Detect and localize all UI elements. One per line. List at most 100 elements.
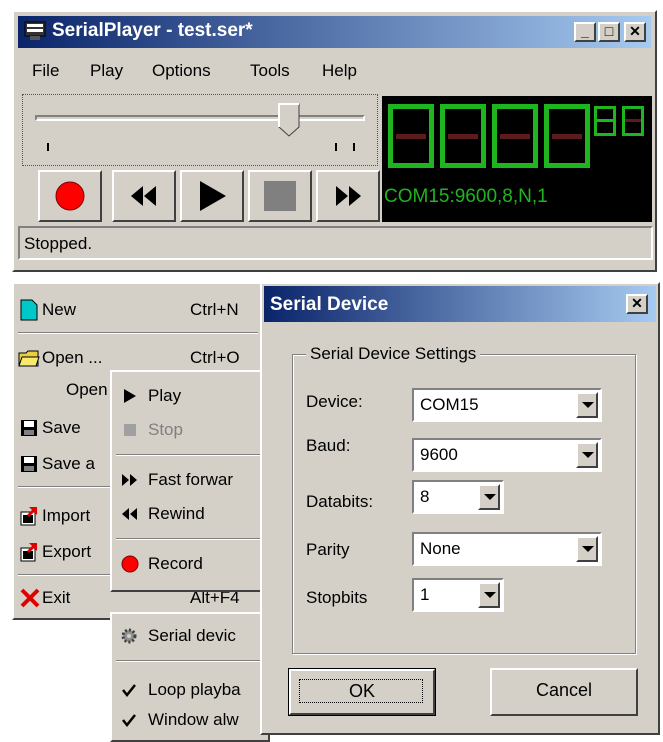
menu-file[interactable]: File [32,61,59,81]
menu-item-stop[interactable]: Stop [112,414,268,446]
stop-small-icon [124,424,136,436]
slider-thumb[interactable] [278,103,300,137]
menu-item-shortcut: Ctrl+N [190,300,239,319]
lcd-digits [388,104,644,168]
menu-item-record[interactable]: Record [112,548,268,580]
menu-item-label: Import [42,506,91,525]
menu-item-fast-forward[interactable]: Fast forwar [112,464,268,496]
maximize-button[interactable]: □ [598,22,620,42]
menu-separator [116,660,264,662]
fast-forward-icon [336,186,361,206]
menu-item-new[interactable]: New Ctrl+N [14,294,262,326]
chevron-down-icon[interactable] [576,392,598,418]
rewind-icon [131,186,156,206]
dialog-title: Serial Device [270,294,389,315]
checkmark-icon [122,684,136,697]
databits-value: 8 [420,487,430,506]
baud-value: 9600 [420,445,458,464]
serial-device-dialog: Serial Device ✕ Serial Device Settings D… [260,282,660,735]
stopbits-value: 1 [420,585,430,604]
menu-tools[interactable]: Tools [250,61,290,81]
main-window: SerialPlayer - test.ser* _ □ ✕ File Play… [12,10,657,272]
seek-slider-panel [22,94,378,166]
minimize-button[interactable]: _ [574,22,596,42]
menu-help[interactable]: Help [322,61,357,81]
menu-separator [18,332,258,334]
menu-bar: File Play Options Tools Help [18,52,651,86]
exit-x-icon [20,588,40,608]
record-small-icon [121,555,139,573]
menu-item-label: Play [148,386,182,405]
chevron-down-icon[interactable] [576,536,598,562]
dialog-close-button[interactable]: ✕ [626,294,648,314]
new-file-icon [20,299,38,321]
record-icon [55,181,85,211]
checkmark-icon [122,714,136,727]
import-icon [20,507,37,526]
menu-item-play[interactable]: Play [112,380,268,412]
ok-button-label: OK [348,681,375,701]
cancel-button[interactable]: Cancel [490,668,638,716]
menu-item-label: Exit [42,588,71,607]
stopbits-label: Stopbits [306,588,368,607]
device-label: Device: [306,392,363,411]
status-bar: Stopped. [18,226,653,260]
lcd-display: COM15:9600,8,N,1 [382,96,652,222]
chevron-down-icon[interactable] [478,484,500,510]
dialog-title-bar[interactable]: Serial Device ✕ [264,286,656,322]
options-menu-popup: Serial devic Loop playba Window alw [110,612,270,742]
export-icon [20,543,37,562]
menu-item-label: Open ... [42,348,103,367]
slider-tick [47,143,49,151]
save-disk-icon [21,420,37,436]
status-text: Stopped. [24,234,93,253]
menu-item-label: Rewind [148,504,205,523]
menu-item-label: Fast forwar [148,470,234,489]
parity-select[interactable]: None [412,532,602,566]
parity-label: Parity [306,540,350,559]
play-menu-popup: Play Stop Fast forwar Rewind Record [110,370,270,592]
menu-item-rewind[interactable]: Rewind [112,498,268,530]
slider-tick [353,143,355,151]
close-button[interactable]: ✕ [624,22,646,42]
save-as-disk-icon [21,456,37,472]
play-icon [200,181,226,211]
device-select[interactable]: COM15 [412,388,602,422]
menu-separator [116,454,264,456]
cancel-button-label: Cancel [535,680,593,700]
fast-forward-button[interactable] [316,170,380,222]
menu-item-serial-device[interactable]: Serial devic [112,620,268,652]
app-icon [24,21,46,41]
databits-select[interactable]: 8 [412,480,504,514]
play-small-icon [124,389,136,403]
menu-options[interactable]: Options [152,61,211,81]
group-label: Serial Device Settings [306,344,481,364]
stop-button[interactable] [248,170,312,222]
main-title-bar[interactable]: SerialPlayer - test.ser* _ □ ✕ [18,16,651,48]
baud-label: Baud: [306,436,351,455]
menu-item-label: New [42,300,77,319]
rewind-small-icon [122,508,137,520]
menu-item-label: Window alw [148,710,239,729]
menu-item-window-always-on-top[interactable]: Window alw [112,704,268,736]
menu-item-label: Export [42,542,92,561]
ok-button[interactable]: OK [288,668,436,716]
baud-select[interactable]: 9600 [412,438,602,472]
menu-item-label: Open [66,380,108,399]
gear-icon [121,628,137,644]
main-window-title: SerialPlayer - test.ser* [52,20,253,41]
rewind-button[interactable] [112,170,176,222]
slider-tick [335,143,337,151]
stopbits-select[interactable]: 1 [412,578,504,612]
chevron-down-icon[interactable] [478,582,500,608]
menu-item-loop-playback[interactable]: Loop playba [112,674,268,706]
menu-item-label: Record [148,554,203,573]
record-button[interactable] [38,170,102,222]
menu-item-label: Serial devic [148,626,236,645]
menu-item-label: Loop playba [148,680,241,699]
menu-play[interactable]: Play [90,61,123,81]
chevron-down-icon[interactable] [576,442,598,468]
play-button[interactable] [180,170,244,222]
slider-track [35,115,365,121]
lcd-port-text: COM15:9600,8,N,1 [384,186,548,207]
